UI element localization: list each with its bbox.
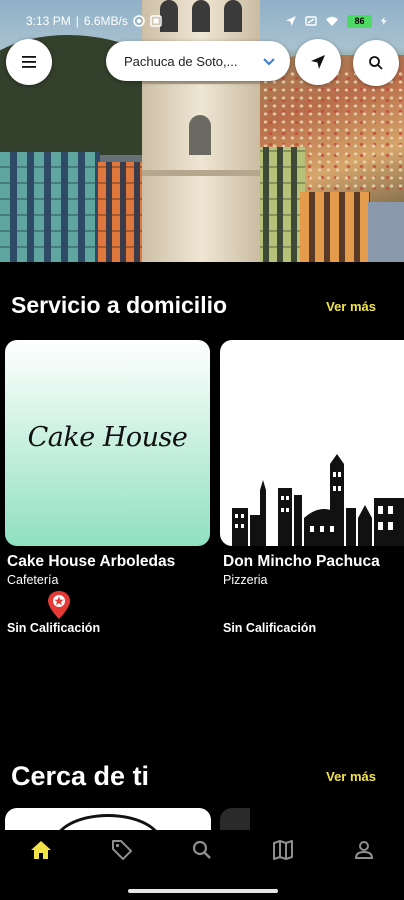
restaurant-rating: Sin Calificación [7,621,101,635]
delivery-section-title: Servicio a domicilio [11,292,228,318]
restaurant-category: Cafetería [7,573,59,587]
location-status-icon [286,16,296,26]
chevron-down-icon [263,57,275,65]
restaurant-card-image[interactable] [220,340,404,546]
gallery-notification-icon [150,15,162,27]
home-icon[interactable] [29,838,53,862]
battery-indicator: 86 [347,14,372,28]
gesture-handle [128,889,278,893]
wifi-icon [326,16,338,26]
map-pin-icon [48,591,70,619]
restaurant-rating: Sin Calificación [223,621,317,635]
delivery-see-more-link[interactable]: Ver más [326,299,376,314]
menu-button[interactable] [6,39,52,85]
cake-house-logo: Cake House [27,422,188,453]
restaurant-name[interactable]: Cake House Arboledas [7,553,175,571]
city-skyline-logo [232,454,404,546]
restaurant-name[interactable]: Don Mincho Pachuca [223,553,380,571]
current-location-button[interactable] [295,39,341,85]
map-icon[interactable] [271,838,295,862]
charging-icon [380,17,387,25]
search-icon[interactable] [190,838,214,862]
nearby-see-more-link[interactable]: Ver más [326,769,376,784]
profile-icon[interactable] [352,838,376,862]
location-selector[interactable]: Pachuca de Soto,... [106,41,290,81]
status-time: 3:13 PM [26,14,71,28]
tag-icon[interactable] [110,838,134,862]
restaurant-category: Pizzeria [223,573,268,587]
location-text: Pachuca de Soto,... [124,53,238,69]
hamburger-menu-icon [22,56,36,68]
search-button[interactable] [353,40,399,86]
search-icon [369,56,383,70]
sim-icon [305,16,317,26]
nearby-section-title: Cerca de ti [11,761,150,791]
status-bar: 3:13 PM | 6.6MB/s 86 [0,0,404,42]
app-notification-icon [133,15,145,27]
navigation-arrow-icon [311,55,325,69]
restaurant-card-image[interactable]: Cake House [5,340,210,546]
status-speed: 6.6MB/s [83,14,128,28]
